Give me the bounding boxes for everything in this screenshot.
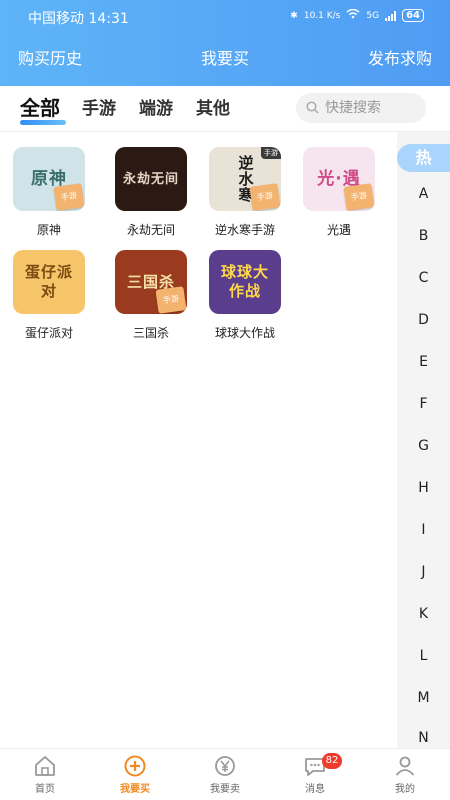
tabbar-label: 我要卖 <box>210 784 240 795</box>
game-icon-naraka: 永劫无间 <box>115 147 187 211</box>
tabbar-label: 我的 <box>395 784 415 795</box>
unread-badge: 82 <box>322 753 342 769</box>
alphabet-index: 热 A B C D E F G H I J K L M N <box>397 132 450 748</box>
tabbar-messages[interactable]: 82 消息 <box>280 753 350 795</box>
search-input[interactable] <box>325 100 421 116</box>
index-hot[interactable]: 热 <box>397 144 450 172</box>
index-letter[interactable]: E <box>397 354 450 370</box>
bluetooth-icon: ✱ <box>290 10 298 21</box>
tabbar-label: 消息 <box>305 784 325 795</box>
bottom-tab-bar: 首页 我要买 我要卖 82 消息 我的 <box>0 748 450 800</box>
tab-mobile-games[interactable]: 手游 <box>82 94 116 119</box>
game-item-sky[interactable]: 光·遇 手游 光遇 <box>294 147 384 238</box>
mobile-tag: 手游 <box>53 183 85 211</box>
tabbar-label: 首页 <box>35 784 55 795</box>
game-item-ball-battle[interactable]: 球球大作战 球球大作战 <box>200 250 290 341</box>
profile-icon <box>395 756 415 776</box>
page-title: 我要买 <box>200 49 249 68</box>
mobile-tag: 手游 <box>343 183 375 211</box>
game-name: 蛋仔派对 <box>24 326 73 340</box>
corner-badge: 手游 <box>261 147 281 159</box>
game-item-sanguosha[interactable]: 三国杀 手游 三国杀 <box>106 250 196 341</box>
game-name: 三国杀 <box>132 326 169 340</box>
index-letter[interactable]: H <box>397 480 450 496</box>
mobile-tag: 手游 <box>155 286 187 314</box>
net-speed: 10.1 K/s <box>303 10 341 21</box>
status-bar: 中国移动 14:31 ✱ 10.1 K/s 5G 64 <box>0 0 450 32</box>
tab-all[interactable]: 全部 <box>20 92 60 121</box>
game-icon-sanguosha: 三国杀 手游 <box>115 250 187 314</box>
tabbar-buy[interactable]: 我要买 <box>100 755 170 795</box>
index-letter[interactable]: F <box>397 396 450 412</box>
index-letter[interactable]: M <box>397 690 450 706</box>
signal-icon <box>385 10 397 21</box>
game-icon-eggy-party: 蛋仔派对 <box>13 250 85 314</box>
tabbar-label: 我要买 <box>120 784 150 795</box>
index-letter[interactable]: G <box>397 438 450 454</box>
index-letter[interactable]: B <box>397 228 450 244</box>
tab-pc-games[interactable]: 端游 <box>139 94 173 119</box>
index-letter[interactable]: N <box>397 730 450 746</box>
index-letter[interactable]: I <box>397 522 450 538</box>
game-icon-genshin: 原神 手游 <box>13 147 85 211</box>
battery-icon: 64 <box>402 9 424 22</box>
status-icons: ✱ 10.1 K/s 5G 64 <box>290 8 424 22</box>
game-item-naraka[interactable]: 永劫无间 永劫无间 <box>106 147 196 238</box>
game-icon-nishuihan: 逆水寒 手游 手游 <box>209 147 281 211</box>
game-name: 原神 <box>36 223 61 237</box>
game-icon-ball-battle: 球球大作战 <box>209 250 281 314</box>
purchase-history-link[interactable]: 购买历史 <box>18 46 82 72</box>
game-item-nishuihan[interactable]: 逆水寒 手游 手游 逆水寒手游 <box>200 147 290 238</box>
tabbar-home[interactable]: 首页 <box>10 755 80 795</box>
active-tab-indicator <box>20 120 66 125</box>
game-icon-sky: 光·遇 手游 <box>303 147 375 211</box>
index-letter[interactable]: J <box>397 564 450 580</box>
sell-yen-icon <box>215 756 235 776</box>
search-box[interactable] <box>296 93 426 123</box>
tabbar-sell[interactable]: 我要卖 <box>190 755 260 795</box>
index-letter[interactable]: A <box>397 186 450 202</box>
app-header: 中国移动 14:31 ✱ 10.1 K/s 5G 64 购买历史 我要买 发布求… <box>0 0 450 86</box>
game-name: 逆水寒手游 <box>214 223 275 237</box>
index-letter[interactable]: K <box>397 606 450 622</box>
wifi-icon <box>346 8 360 22</box>
mobile-tag: 手游 <box>249 183 281 211</box>
buy-plus-icon <box>124 755 146 777</box>
game-item-eggy-party[interactable]: 蛋仔派对 蛋仔派对 <box>4 250 94 341</box>
post-request-link[interactable]: 发布求购 <box>368 46 432 72</box>
carrier-time: 中国移动 14:31 <box>28 11 129 27</box>
tab-others[interactable]: 其他 <box>196 94 230 119</box>
game-item-genshin[interactable]: 原神 手游 原神 <box>4 147 94 238</box>
game-name: 球球大作战 <box>214 326 275 340</box>
index-letter[interactable]: D <box>397 312 450 328</box>
index-letter[interactable]: C <box>397 270 450 286</box>
title-bar: 购买历史 我要买 发布求购 <box>0 46 450 72</box>
index-letter[interactable]: L <box>397 648 450 664</box>
network-type: 5G <box>366 10 380 21</box>
game-name: 光遇 <box>326 223 351 237</box>
search-icon <box>306 99 319 118</box>
home-icon <box>35 756 55 776</box>
game-name: 永劫无间 <box>126 223 175 237</box>
tabbar-profile[interactable]: 我的 <box>370 755 440 795</box>
